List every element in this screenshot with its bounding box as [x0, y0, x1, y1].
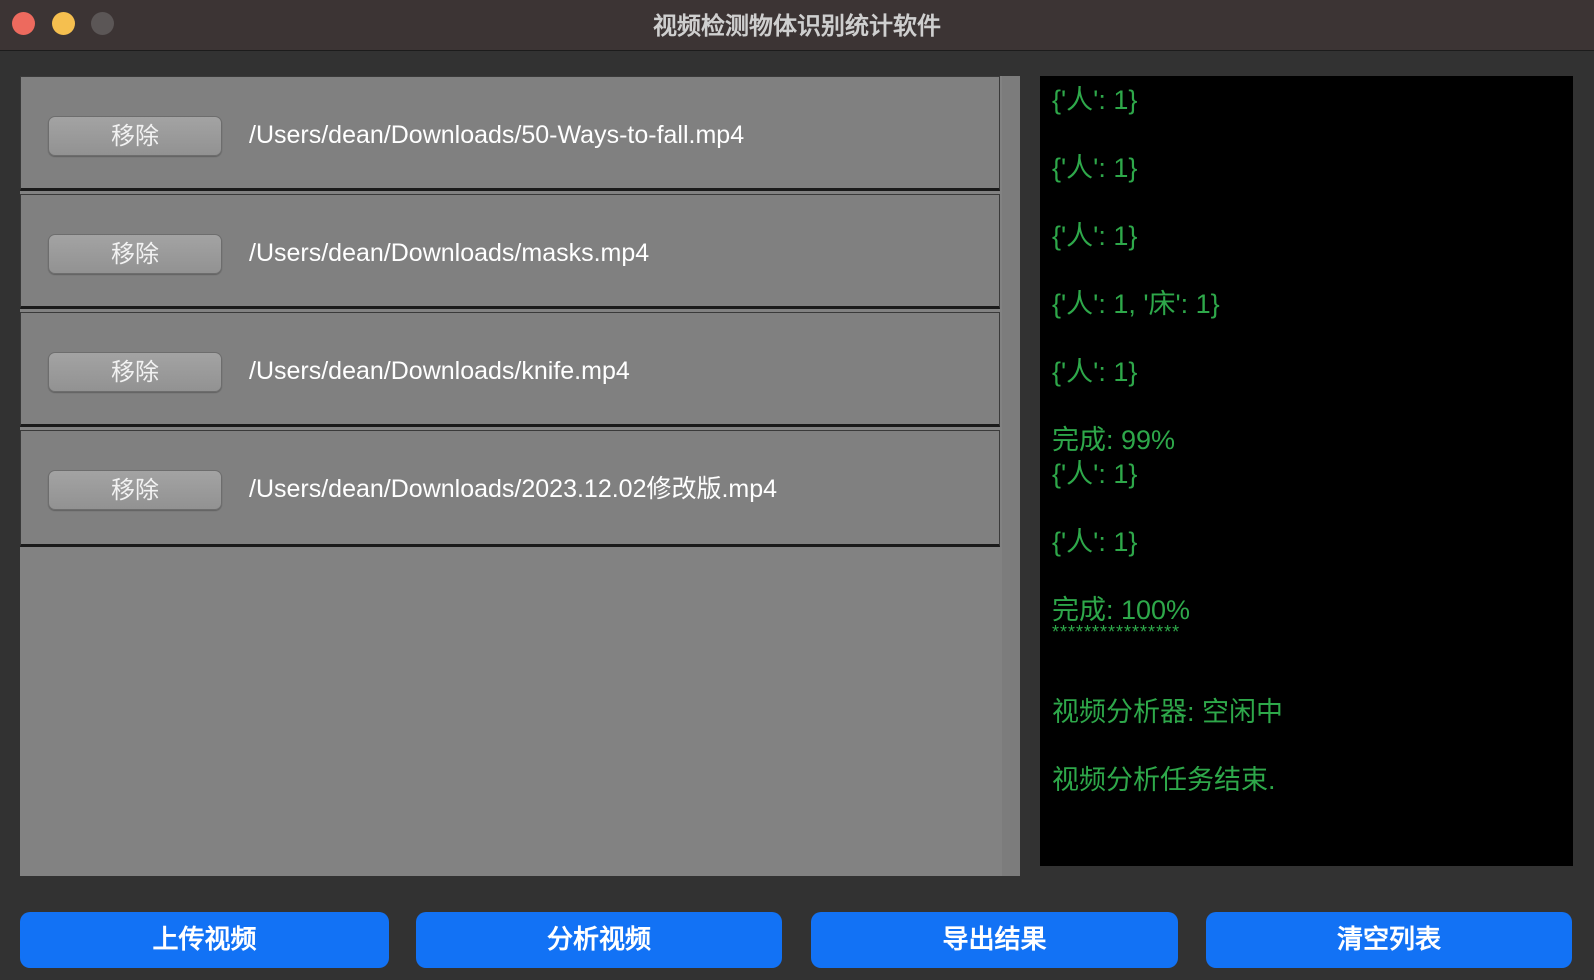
export-results-button[interactable]: 导出结果 — [811, 912, 1178, 968]
remove-file-button[interactable]: 移除 — [48, 234, 222, 274]
file-row: 移除 /Users/dean/Downloads/masks.mp4 — [20, 194, 1000, 309]
clear-list-button[interactable]: 清空列表 — [1206, 912, 1572, 968]
log-line: {'人': 1, '床': 1} — [1052, 289, 1220, 319]
file-path: /Users/dean/Downloads/2023.12.02修改版.mp4 — [249, 475, 778, 503]
analyze-video-button[interactable]: 分析视频 — [416, 912, 782, 968]
file-row: 移除 /Users/dean/Downloads/50-Ways-to-fall… — [20, 76, 1000, 191]
upload-video-button[interactable]: 上传视频 — [20, 912, 389, 968]
remove-file-button[interactable]: 移除 — [48, 116, 222, 156]
file-row: 移除 /Users/dean/Downloads/2023.12.02修改版.m… — [20, 430, 1000, 547]
file-path: /Users/dean/Downloads/masks.mp4 — [249, 239, 650, 267]
log-line: {'人': 1} — [1052, 221, 1138, 251]
log-line: {'人': 1} — [1052, 459, 1138, 489]
log-line: {'人': 1} — [1052, 357, 1138, 387]
file-list-scrollbar[interactable] — [1002, 76, 1020, 876]
title-bar: 视频检测物体识别统计软件 — [0, 0, 1594, 51]
log-line: {'人': 1} — [1052, 527, 1138, 557]
log-line: {'人': 1} — [1052, 153, 1138, 183]
remove-file-button[interactable]: 移除 — [48, 470, 222, 510]
file-row: 移除 /Users/dean/Downloads/knife.mp4 — [20, 312, 1000, 427]
log-line: {'人': 1} — [1052, 85, 1138, 115]
file-path: /Users/dean/Downloads/knife.mp4 — [249, 357, 630, 385]
window-title: 视频检测物体识别统计软件 — [653, 12, 941, 40]
log-line: 视频分析任务结束. — [1052, 765, 1276, 795]
log-separator: **************** — [1052, 622, 1181, 642]
remove-file-button[interactable]: 移除 — [48, 352, 222, 392]
video-file-list[interactable]: 移除 /Users/dean/Downloads/50-Ways-to-fall… — [20, 76, 1020, 876]
log-line: 视频分析器: 空闲中 — [1052, 697, 1284, 727]
analysis-log-output[interactable]: {'人': 1} {'人': 1} {'人': 1} {'人': 1, '床':… — [1040, 76, 1573, 866]
file-path: /Users/dean/Downloads/50-Ways-to-fall.mp… — [249, 121, 745, 149]
